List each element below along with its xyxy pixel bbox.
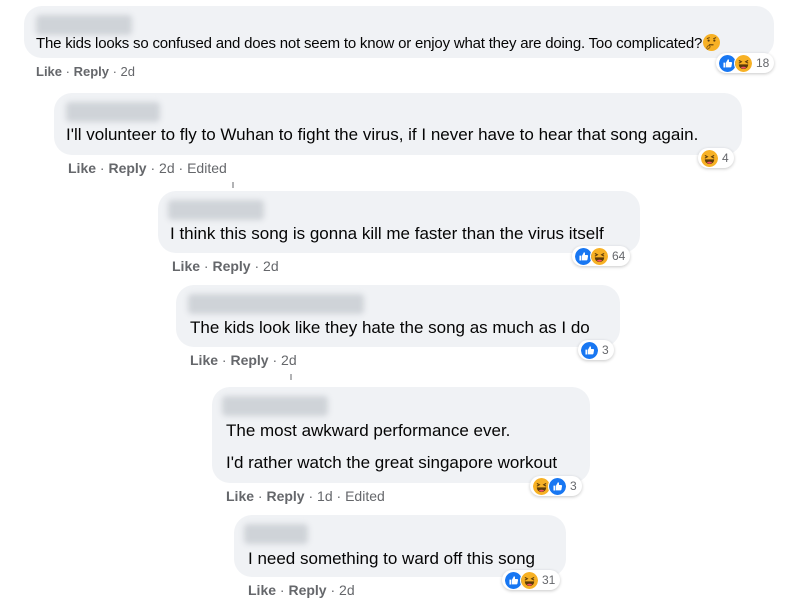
comment-actions: Like · Reply · 2d · Edited: [68, 160, 227, 176]
comment-text: I'll volunteer to fly to Wuhan to fight …: [66, 125, 699, 144]
reaction-count: 64: [612, 249, 626, 263]
timestamp[interactable]: 2d: [263, 258, 279, 274]
comment-bubble: The kids look like they hate the song as…: [176, 285, 620, 347]
like-link[interactable]: Like: [190, 352, 218, 368]
reaction-summary[interactable]: 64: [572, 246, 631, 266]
reaction-summary[interactable]: 4: [698, 148, 734, 168]
timestamp[interactable]: 2d: [339, 582, 355, 598]
reaction-summary[interactable]: 3: [530, 476, 582, 496]
comment-bubble: I think this song is gonna kill me faste…: [158, 191, 640, 253]
reply-link[interactable]: Reply: [74, 64, 109, 79]
comment-text: The kids look like they hate the song as…: [190, 318, 590, 337]
timestamp[interactable]: 2d: [159, 160, 175, 176]
reply-link[interactable]: Reply: [266, 488, 304, 504]
comment-actions: Like · Reply · 2d: [190, 352, 297, 368]
timestamp[interactable]: 1d: [317, 488, 333, 504]
comment-text-line-2: I'd rather watch the great singapore wor…: [226, 453, 558, 472]
comment-actions: Like · Reply · 2d: [172, 258, 279, 274]
reaction-summary[interactable]: 3: [578, 340, 614, 360]
like-link[interactable]: Like: [68, 160, 96, 176]
reaction-summary[interactable]: 31: [502, 570, 561, 590]
comment-bubble: The kids looks so confused and does not …: [24, 6, 774, 58]
reaction-count: 18: [756, 56, 770, 70]
haha-reaction-icon: [520, 570, 539, 590]
author-name-blurred[interactable]: [222, 396, 328, 416]
comment-text: I need something to ward off this song: [248, 549, 535, 568]
reply-link[interactable]: Reply: [230, 352, 268, 368]
thread-connector: [290, 374, 292, 380]
haha-reaction-icon: [734, 53, 753, 73]
reaction-count: 31: [542, 573, 556, 587]
timestamp[interactable]: 2d: [121, 64, 135, 79]
comment-text-line-1: The most awkward performance ever.: [226, 421, 511, 440]
thinking-face-emoji-icon: [703, 34, 720, 51]
edited-label[interactable]: Edited: [345, 488, 385, 504]
like-link[interactable]: Like: [226, 488, 254, 504]
haha-reaction-icon: [700, 148, 719, 168]
reaction-summary[interactable]: 18: [716, 53, 775, 73]
like-reaction-icon: [548, 476, 567, 496]
like-reaction-icon: [580, 340, 599, 360]
author-name-blurred[interactable]: [168, 200, 264, 220]
comment-bubble: The most awkward performance ever. I'd r…: [212, 387, 590, 483]
reply-link[interactable]: Reply: [288, 582, 326, 598]
like-link[interactable]: Like: [172, 258, 200, 274]
comment-text: The kids looks so confused and does not …: [36, 34, 720, 52]
timestamp[interactable]: 2d: [281, 352, 297, 368]
comment-actions: Like · Reply · 1d · Edited: [226, 488, 385, 504]
comment-bubble: I need something to ward off this song: [234, 515, 566, 577]
comment-bubble: I'll volunteer to fly to Wuhan to fight …: [54, 93, 742, 155]
author-name-blurred[interactable]: [66, 102, 160, 122]
reply-link[interactable]: Reply: [212, 258, 250, 274]
author-name-blurred[interactable]: [244, 524, 308, 544]
reaction-count: 4: [722, 151, 729, 165]
comment-actions: Like · Reply · 2d: [248, 582, 355, 598]
haha-reaction-icon: [590, 246, 609, 266]
like-link[interactable]: Like: [36, 64, 62, 79]
comment-actions: Like · Reply · 2d: [36, 64, 136, 79]
reaction-count: 3: [570, 479, 577, 493]
reaction-count: 3: [602, 343, 609, 357]
author-name-blurred[interactable]: [188, 294, 364, 314]
thread-connector: [232, 182, 234, 188]
comment-text: I think this song is gonna kill me faste…: [170, 224, 604, 243]
like-link[interactable]: Like: [248, 582, 276, 598]
reply-link[interactable]: Reply: [108, 160, 146, 176]
edited-label[interactable]: Edited: [187, 160, 227, 176]
author-name-blurred[interactable]: [36, 15, 132, 35]
